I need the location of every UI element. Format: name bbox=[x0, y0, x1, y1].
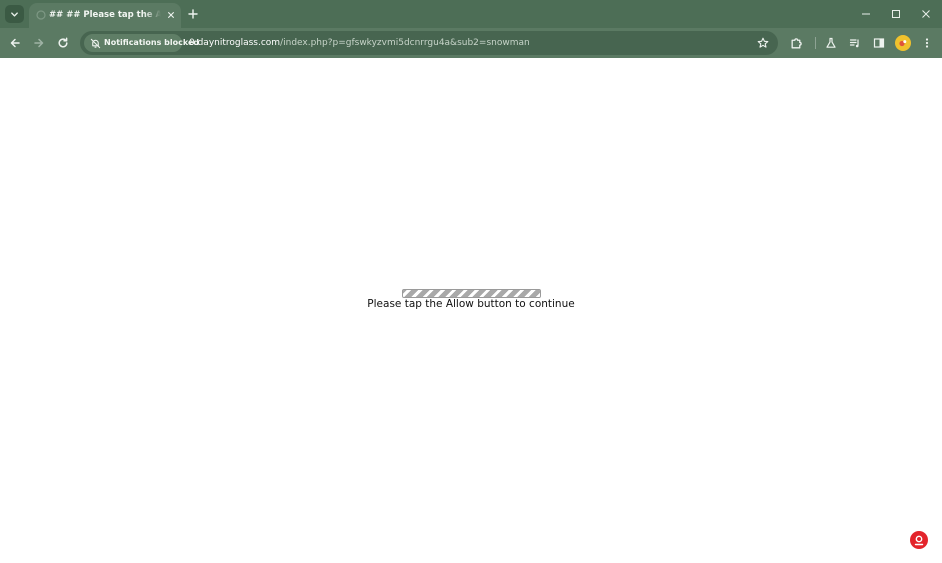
tab-search-button[interactable] bbox=[5, 5, 24, 23]
location-pin-badge[interactable] bbox=[910, 531, 928, 549]
browser-toolbar: Notifications blocked 0.daynitroglass.co… bbox=[0, 28, 942, 58]
browser-frame: ## ## Please tap the Allow button to con… bbox=[0, 0, 942, 58]
page-message: Please tap the Allow button to continue bbox=[367, 298, 575, 310]
notifications-blocked-chip[interactable]: Notifications blocked bbox=[84, 34, 199, 52]
address-bar[interactable]: Notifications blocked 0.daynitroglass.co… bbox=[80, 31, 778, 55]
arrow-right-icon bbox=[34, 38, 44, 48]
url-text[interactable]: 0.daynitroglass.com/index.php?p=gfswkyzv… bbox=[189, 36, 530, 50]
media-controls-button[interactable] bbox=[846, 34, 864, 52]
globe-icon bbox=[35, 9, 46, 20]
extensions-button[interactable] bbox=[787, 34, 805, 52]
progress-bar-fill bbox=[403, 290, 540, 297]
maximize-icon bbox=[892, 10, 900, 18]
bell-off-icon bbox=[89, 37, 101, 49]
page-content: Please tap the Allow button to continue bbox=[0, 58, 942, 563]
more-vertical-icon bbox=[925, 38, 929, 48]
tab-close-button[interactable] bbox=[164, 8, 178, 22]
reload-button[interactable] bbox=[54, 34, 72, 52]
location-pin-icon bbox=[914, 535, 924, 545]
star-icon bbox=[757, 37, 769, 48]
forward-button[interactable] bbox=[30, 34, 48, 52]
minimize-icon bbox=[862, 13, 870, 15]
flask-icon bbox=[826, 37, 836, 48]
close-window-button[interactable] bbox=[916, 5, 936, 23]
profile-icon bbox=[899, 40, 907, 47]
menu-button[interactable] bbox=[918, 34, 936, 52]
url-host: 0.daynitroglass.com bbox=[189, 38, 281, 48]
url-path: /index.php?p=gfswkyzvmi5dcnrrgu4a&sub2=s… bbox=[280, 38, 530, 48]
notifications-blocked-label: Notifications blocked bbox=[104, 38, 200, 47]
close-icon bbox=[168, 12, 174, 18]
labs-button[interactable] bbox=[822, 34, 840, 52]
side-panel-button[interactable] bbox=[870, 34, 888, 52]
back-button[interactable] bbox=[6, 34, 24, 52]
side-panel-icon bbox=[873, 38, 885, 48]
arrow-left-icon bbox=[10, 38, 20, 48]
minimize-button[interactable] bbox=[856, 5, 876, 23]
tab-strip: ## ## Please tap the Allow button to con… bbox=[0, 0, 942, 28]
puzzle-icon bbox=[791, 37, 802, 48]
profile-avatar[interactable] bbox=[895, 35, 911, 51]
plus-icon bbox=[188, 9, 198, 19]
reload-icon bbox=[58, 37, 68, 48]
tab-active[interactable]: ## ## Please tap the Allow button to con… bbox=[29, 3, 181, 28]
close-window-icon bbox=[922, 10, 930, 18]
music-queue-icon bbox=[849, 39, 859, 48]
chevron-down-icon bbox=[11, 11, 18, 17]
bookmark-button[interactable] bbox=[755, 35, 771, 51]
maximize-button[interactable] bbox=[886, 5, 906, 23]
toolbar-separator bbox=[815, 37, 816, 49]
new-tab-button[interactable] bbox=[186, 7, 200, 21]
tab-title: ## ## Please tap the Allow button to con… bbox=[49, 10, 161, 20]
